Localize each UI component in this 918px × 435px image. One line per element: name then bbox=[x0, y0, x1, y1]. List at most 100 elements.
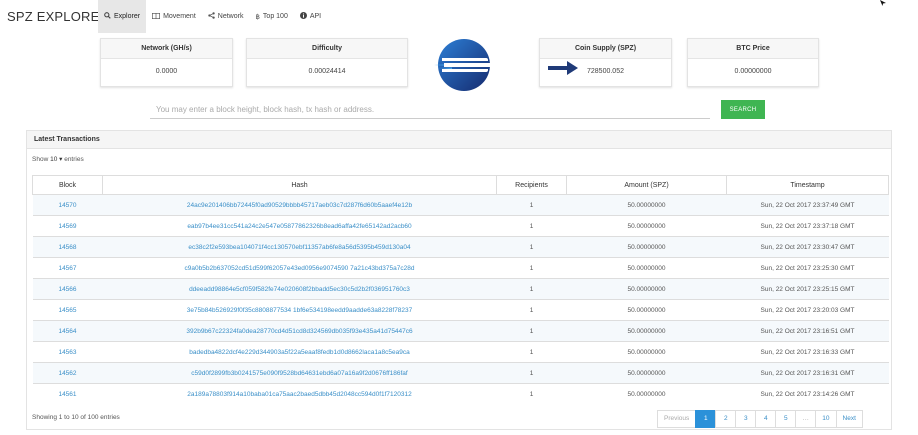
timestamp-cell: Sun, 22 Oct 2017 23:16:31 GMT bbox=[726, 362, 889, 384]
col-header-amount[interactable]: Amount (SPZ) bbox=[566, 175, 727, 195]
block-link[interactable]: 14569 bbox=[32, 215, 103, 237]
block-link[interactable]: 14568 bbox=[32, 236, 103, 258]
table-row: 14563 badedba4822dcf4e229d344903a5f22a5ea… bbox=[32, 341, 889, 363]
recipients-cell: 1 bbox=[496, 278, 567, 300]
network-panel: Network (GH/s) 0.0000 bbox=[100, 38, 233, 87]
page-button-1[interactable]: 1 bbox=[695, 410, 717, 428]
arrow-right-icon bbox=[548, 61, 578, 75]
page-button-10[interactable]: 10 bbox=[815, 410, 837, 428]
hash-link[interactable]: c9a0b5b2b637052cd51d599f62057e43ed0956e9… bbox=[102, 257, 497, 279]
difficulty-panel: Difficulty 0.00024414 bbox=[246, 38, 408, 87]
hash-link[interactable]: ddeeadd98864e5cf059f582fe74e020608f2bbad… bbox=[102, 278, 497, 300]
show-entries-prefix: Show bbox=[32, 156, 49, 163]
info-icon bbox=[299, 12, 307, 21]
nav-item-top100[interactable]: ฿ Top 100 bbox=[249, 0, 293, 33]
amount-cell: 50.00000000 bbox=[566, 299, 727, 321]
hash-link[interactable]: badedba4822dcf4e229d344903a5f22a5eaaf8fe… bbox=[102, 341, 497, 363]
latest-transactions-card: Latest Transactions Show 10 ▾ entries Bl… bbox=[26, 130, 892, 430]
col-header-hash[interactable]: Hash bbox=[102, 175, 497, 195]
recipients-cell: 1 bbox=[496, 194, 567, 216]
hash-link[interactable]: 392b9b67c22324fa0dea28770cd4d51cd8d32456… bbox=[102, 320, 497, 342]
page-button-4[interactable]: 4 bbox=[755, 410, 777, 428]
navbar: SPZ EXPLORER Explorer Movement Network ฿… bbox=[0, 0, 918, 33]
table-row: 14561 2a189a78803f914a10baba01ca75aac2bae… bbox=[32, 383, 889, 405]
table-row: 14568 ec38c2f2e593bea104071f4cc130570ebf1… bbox=[32, 236, 889, 258]
hash-link[interactable]: eab97b4ee31cc541a24c2e547e05877862326b8e… bbox=[102, 215, 497, 237]
timestamp-cell: Sun, 22 Oct 2017 23:37:18 GMT bbox=[726, 215, 889, 237]
nav-item-label: Explorer bbox=[114, 13, 141, 20]
block-link[interactable]: 14563 bbox=[32, 341, 103, 363]
page-button-2[interactable]: 2 bbox=[715, 410, 737, 428]
timestamp-cell: Sun, 22 Oct 2017 23:25:15 GMT bbox=[726, 278, 889, 300]
brand-title[interactable]: SPZ EXPLORER bbox=[7, 9, 109, 24]
hash-link[interactable]: c59d0f2899fb3b0241575e090f9528bd64631ebd… bbox=[102, 362, 497, 384]
nav-item-movement[interactable]: Movement bbox=[146, 0, 202, 33]
previous-page-button[interactable]: Previous bbox=[657, 410, 697, 428]
block-link[interactable]: 14565 bbox=[32, 299, 103, 321]
transactions-table: Block Hash Recipients Amount (SPZ) Times… bbox=[32, 175, 889, 405]
nav-item-explorer[interactable]: Explorer bbox=[98, 0, 147, 33]
block-link[interactable]: 14567 bbox=[32, 257, 103, 279]
mouse-cursor-icon bbox=[880, 0, 886, 6]
block-link[interactable]: 14570 bbox=[32, 194, 103, 216]
nav-item-label: Top 100 bbox=[262, 13, 288, 20]
search-icon bbox=[104, 12, 111, 21]
table-row: 14562 c59d0f2899fb3b0241575e090f9528bd646… bbox=[32, 362, 889, 384]
timestamp-cell: Sun, 22 Oct 2017 23:16:33 GMT bbox=[726, 341, 889, 363]
hash-link[interactable]: ec38c2f2e593bea104071f4cc130570ebf11357a… bbox=[102, 236, 497, 258]
amount-cell: 50.00000000 bbox=[566, 215, 727, 237]
nav-item-label: Network bbox=[217, 13, 244, 20]
nav-menu: Explorer Movement Network ฿ Top 100 API bbox=[98, 0, 327, 33]
timestamp-cell: Sun, 22 Oct 2017 23:37:49 GMT bbox=[726, 194, 889, 216]
recipients-cell: 1 bbox=[496, 383, 567, 405]
entries-select-value: 10 bbox=[50, 156, 58, 163]
page-button-5[interactable]: 5 bbox=[775, 410, 797, 428]
table-row: 14567 c9a0b5b2b637052cd51d599f62057e43ed0… bbox=[32, 257, 889, 279]
block-link[interactable]: 14561 bbox=[32, 383, 103, 405]
hash-link[interactable]: 2a189a78803f914a10baba01ca75aac2baed5dbb… bbox=[102, 383, 497, 405]
table-row: 14566 ddeeadd98864e5cf059f582fe74e020608f… bbox=[32, 278, 889, 300]
timestamp-cell: Sun, 22 Oct 2017 23:30:47 GMT bbox=[726, 236, 889, 258]
nav-item-label: Movement bbox=[163, 13, 196, 20]
showing-entries-info: Showing 1 to 10 of 100 entries bbox=[32, 414, 120, 421]
block-link[interactable]: 14566 bbox=[32, 278, 103, 300]
nav-item-network[interactable]: Network bbox=[202, 0, 250, 33]
amount-cell: 50.00000000 bbox=[566, 278, 727, 300]
next-page-button[interactable]: Next bbox=[835, 410, 863, 428]
amount-cell: 50.00000000 bbox=[566, 194, 727, 216]
recipients-cell: 1 bbox=[496, 320, 567, 342]
block-link[interactable]: 14564 bbox=[32, 320, 103, 342]
search-button[interactable]: SEARCH bbox=[721, 100, 765, 119]
share-icon bbox=[208, 12, 215, 21]
amount-cell: 50.00000000 bbox=[566, 341, 727, 363]
bitcoin-icon: ฿ bbox=[255, 13, 260, 21]
timestamp-cell: Sun, 22 Oct 2017 23:20:03 GMT bbox=[726, 299, 889, 321]
difficulty-label: Difficulty bbox=[247, 39, 407, 59]
col-header-recipients[interactable]: Recipients bbox=[496, 175, 567, 195]
table-row: 14565 3e75b84b526929f0f35c8808877534 1bf6… bbox=[32, 299, 889, 321]
btc-price-panel: BTC Price 0.00000000 bbox=[687, 38, 819, 87]
amount-cell: 50.00000000 bbox=[566, 320, 727, 342]
timestamp-cell: Sun, 22 Oct 2017 23:25:30 GMT bbox=[726, 257, 889, 279]
spz-logo-icon bbox=[434, 39, 490, 91]
network-label: Network (GH/s) bbox=[101, 39, 232, 59]
btc-price-value: 0.00000000 bbox=[734, 68, 772, 75]
table-row: 14570 24ac9e201406bb72445f0ad90529bbbb457… bbox=[32, 194, 889, 216]
timestamp-cell: Sun, 22 Oct 2017 23:14:26 GMT bbox=[726, 383, 889, 405]
search-input[interactable] bbox=[150, 100, 710, 119]
hash-link[interactable]: 24ac9e201406bb72445f0ad90529bbbb45717aeb… bbox=[102, 194, 497, 216]
amount-cell: 50.00000000 bbox=[566, 362, 727, 384]
block-link[interactable]: 14562 bbox=[32, 362, 103, 384]
entries-select[interactable]: 10 ▾ bbox=[50, 156, 62, 163]
col-header-block[interactable]: Block bbox=[32, 175, 103, 195]
columns-icon bbox=[152, 12, 161, 21]
recipients-cell: 1 bbox=[496, 236, 567, 258]
btc-price-label: BTC Price bbox=[688, 39, 818, 59]
nav-item-api[interactable]: API bbox=[294, 0, 327, 33]
recipients-cell: 1 bbox=[496, 215, 567, 237]
hash-link[interactable]: 3e75b84b526929f0f35c8808877534 1bf6e5341… bbox=[102, 299, 497, 321]
amount-cell: 50.00000000 bbox=[566, 257, 727, 279]
col-header-timestamp[interactable]: Timestamp bbox=[726, 175, 889, 195]
page-button-3[interactable]: 3 bbox=[735, 410, 757, 428]
amount-cell: 50.00000000 bbox=[566, 383, 727, 405]
